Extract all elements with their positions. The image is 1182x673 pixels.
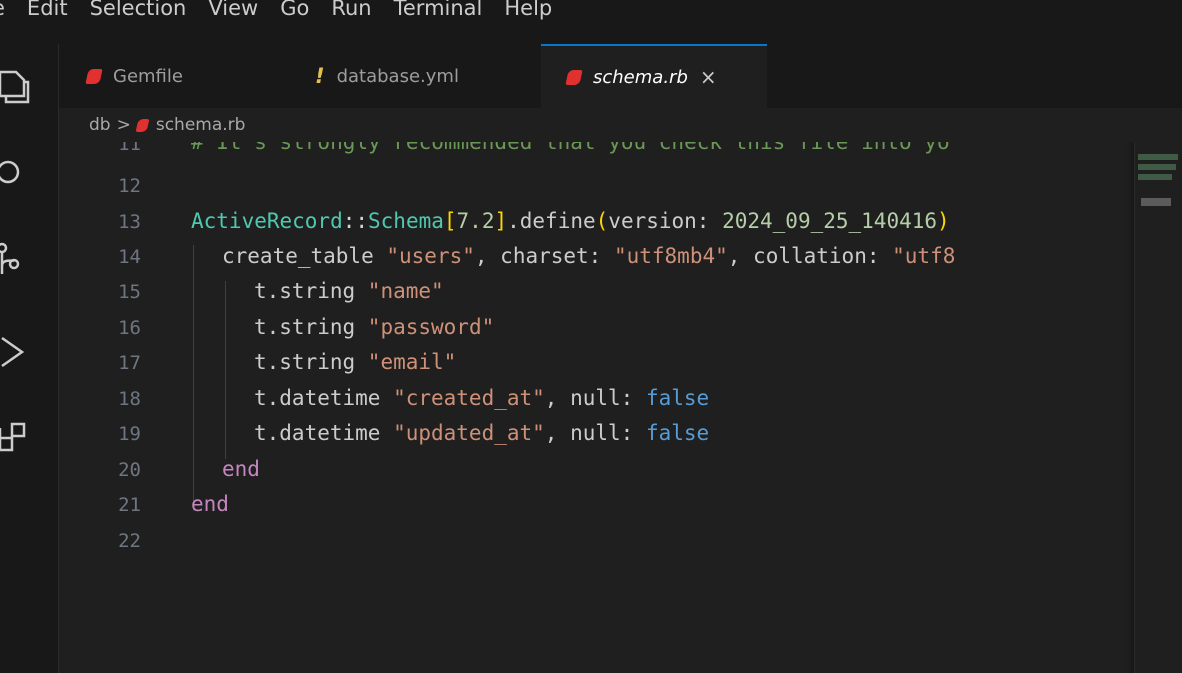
minimap[interactable] [1134, 142, 1182, 673]
tab-label: schema.rb [593, 66, 688, 88]
indent-guide [225, 281, 226, 459]
breadcrumb: db > schema.rb [59, 108, 1182, 142]
tab-database-yml[interactable]: ! database.yml [315, 44, 535, 108]
line-number: 17 [118, 352, 141, 374]
line-number: 18 [118, 388, 141, 410]
minimap-line [1141, 198, 1171, 206]
chevron-right-icon: > [116, 115, 131, 135]
line-number: 21 [118, 494, 141, 516]
line-number: 16 [118, 317, 141, 339]
menu-selection[interactable]: Selection [90, 0, 187, 22]
menu-help[interactable]: Help [504, 0, 552, 22]
menu-go[interactable]: Go [280, 0, 309, 22]
tab-bar: Gemfile ! database.yml schema.rb × [59, 44, 1182, 108]
minimap-line [1138, 164, 1176, 170]
code-line: end [222, 457, 260, 481]
tab-schema-rb[interactable]: schema.rb × [541, 44, 767, 108]
breadcrumb-folder[interactable]: db [89, 115, 111, 135]
activity-bar [0, 44, 59, 673]
code-line: create_table "users", charset: "utf8mb4"… [222, 244, 956, 268]
search-icon[interactable] [0, 152, 32, 192]
indent-guide [193, 245, 194, 511]
source-control-icon[interactable] [0, 240, 32, 280]
code-line: # It's strongly recommended that you che… [191, 142, 950, 154]
menu-terminal[interactable]: Terminal [394, 0, 483, 22]
minimap-line [1138, 154, 1178, 160]
line-number: 22 [118, 530, 141, 552]
menu-run[interactable]: Run [331, 0, 371, 22]
explorer-icon[interactable] [0, 66, 32, 106]
line-number: 20 [118, 459, 141, 481]
line-number: 11 [118, 142, 141, 155]
menu-edit[interactable]: Edit [27, 0, 68, 22]
menu-file[interactable]: e [0, 0, 5, 22]
code-line: t.string "password" [254, 315, 495, 339]
extensions-icon[interactable] [0, 418, 32, 458]
code-line: t.string "email" [254, 350, 457, 374]
yaml-file-icon: ! [315, 64, 325, 88]
line-number: 15 [118, 281, 141, 303]
ruby-file-icon [85, 68, 103, 84]
tab-label: database.yml [336, 65, 459, 87]
run-debug-icon[interactable] [0, 332, 32, 372]
code-line: t.string "name" [254, 279, 444, 303]
breadcrumb-file[interactable]: schema.rb [156, 115, 246, 135]
minimap-line [1138, 174, 1172, 180]
line-number: 12 [118, 175, 141, 197]
code-line: t.datetime "created_at", null: false [254, 386, 710, 410]
tab-label: Gemfile [113, 65, 183, 87]
line-number: 19 [118, 423, 141, 445]
close-icon[interactable]: × [700, 65, 717, 89]
ruby-file-icon [135, 118, 150, 132]
ruby-file-icon [565, 69, 583, 85]
code-line: ActiveRecord::Schema[7.2].define(version… [191, 209, 950, 233]
line-number: 14 [118, 246, 141, 268]
menu-view[interactable]: View [208, 0, 258, 22]
menu-bar: e Edit Selection View Go Run Terminal He… [0, 0, 1182, 44]
line-number: 13 [118, 211, 141, 233]
code-line: end [191, 492, 229, 516]
tab-gemfile[interactable]: Gemfile [85, 44, 287, 108]
editor-scroll-shadow [1126, 142, 1134, 673]
code-editor[interactable]: 11 12 13 14 15 16 17 18 19 20 21 22 # It… [59, 142, 1134, 673]
code-line: t.datetime "updated_at", null: false [254, 421, 710, 445]
